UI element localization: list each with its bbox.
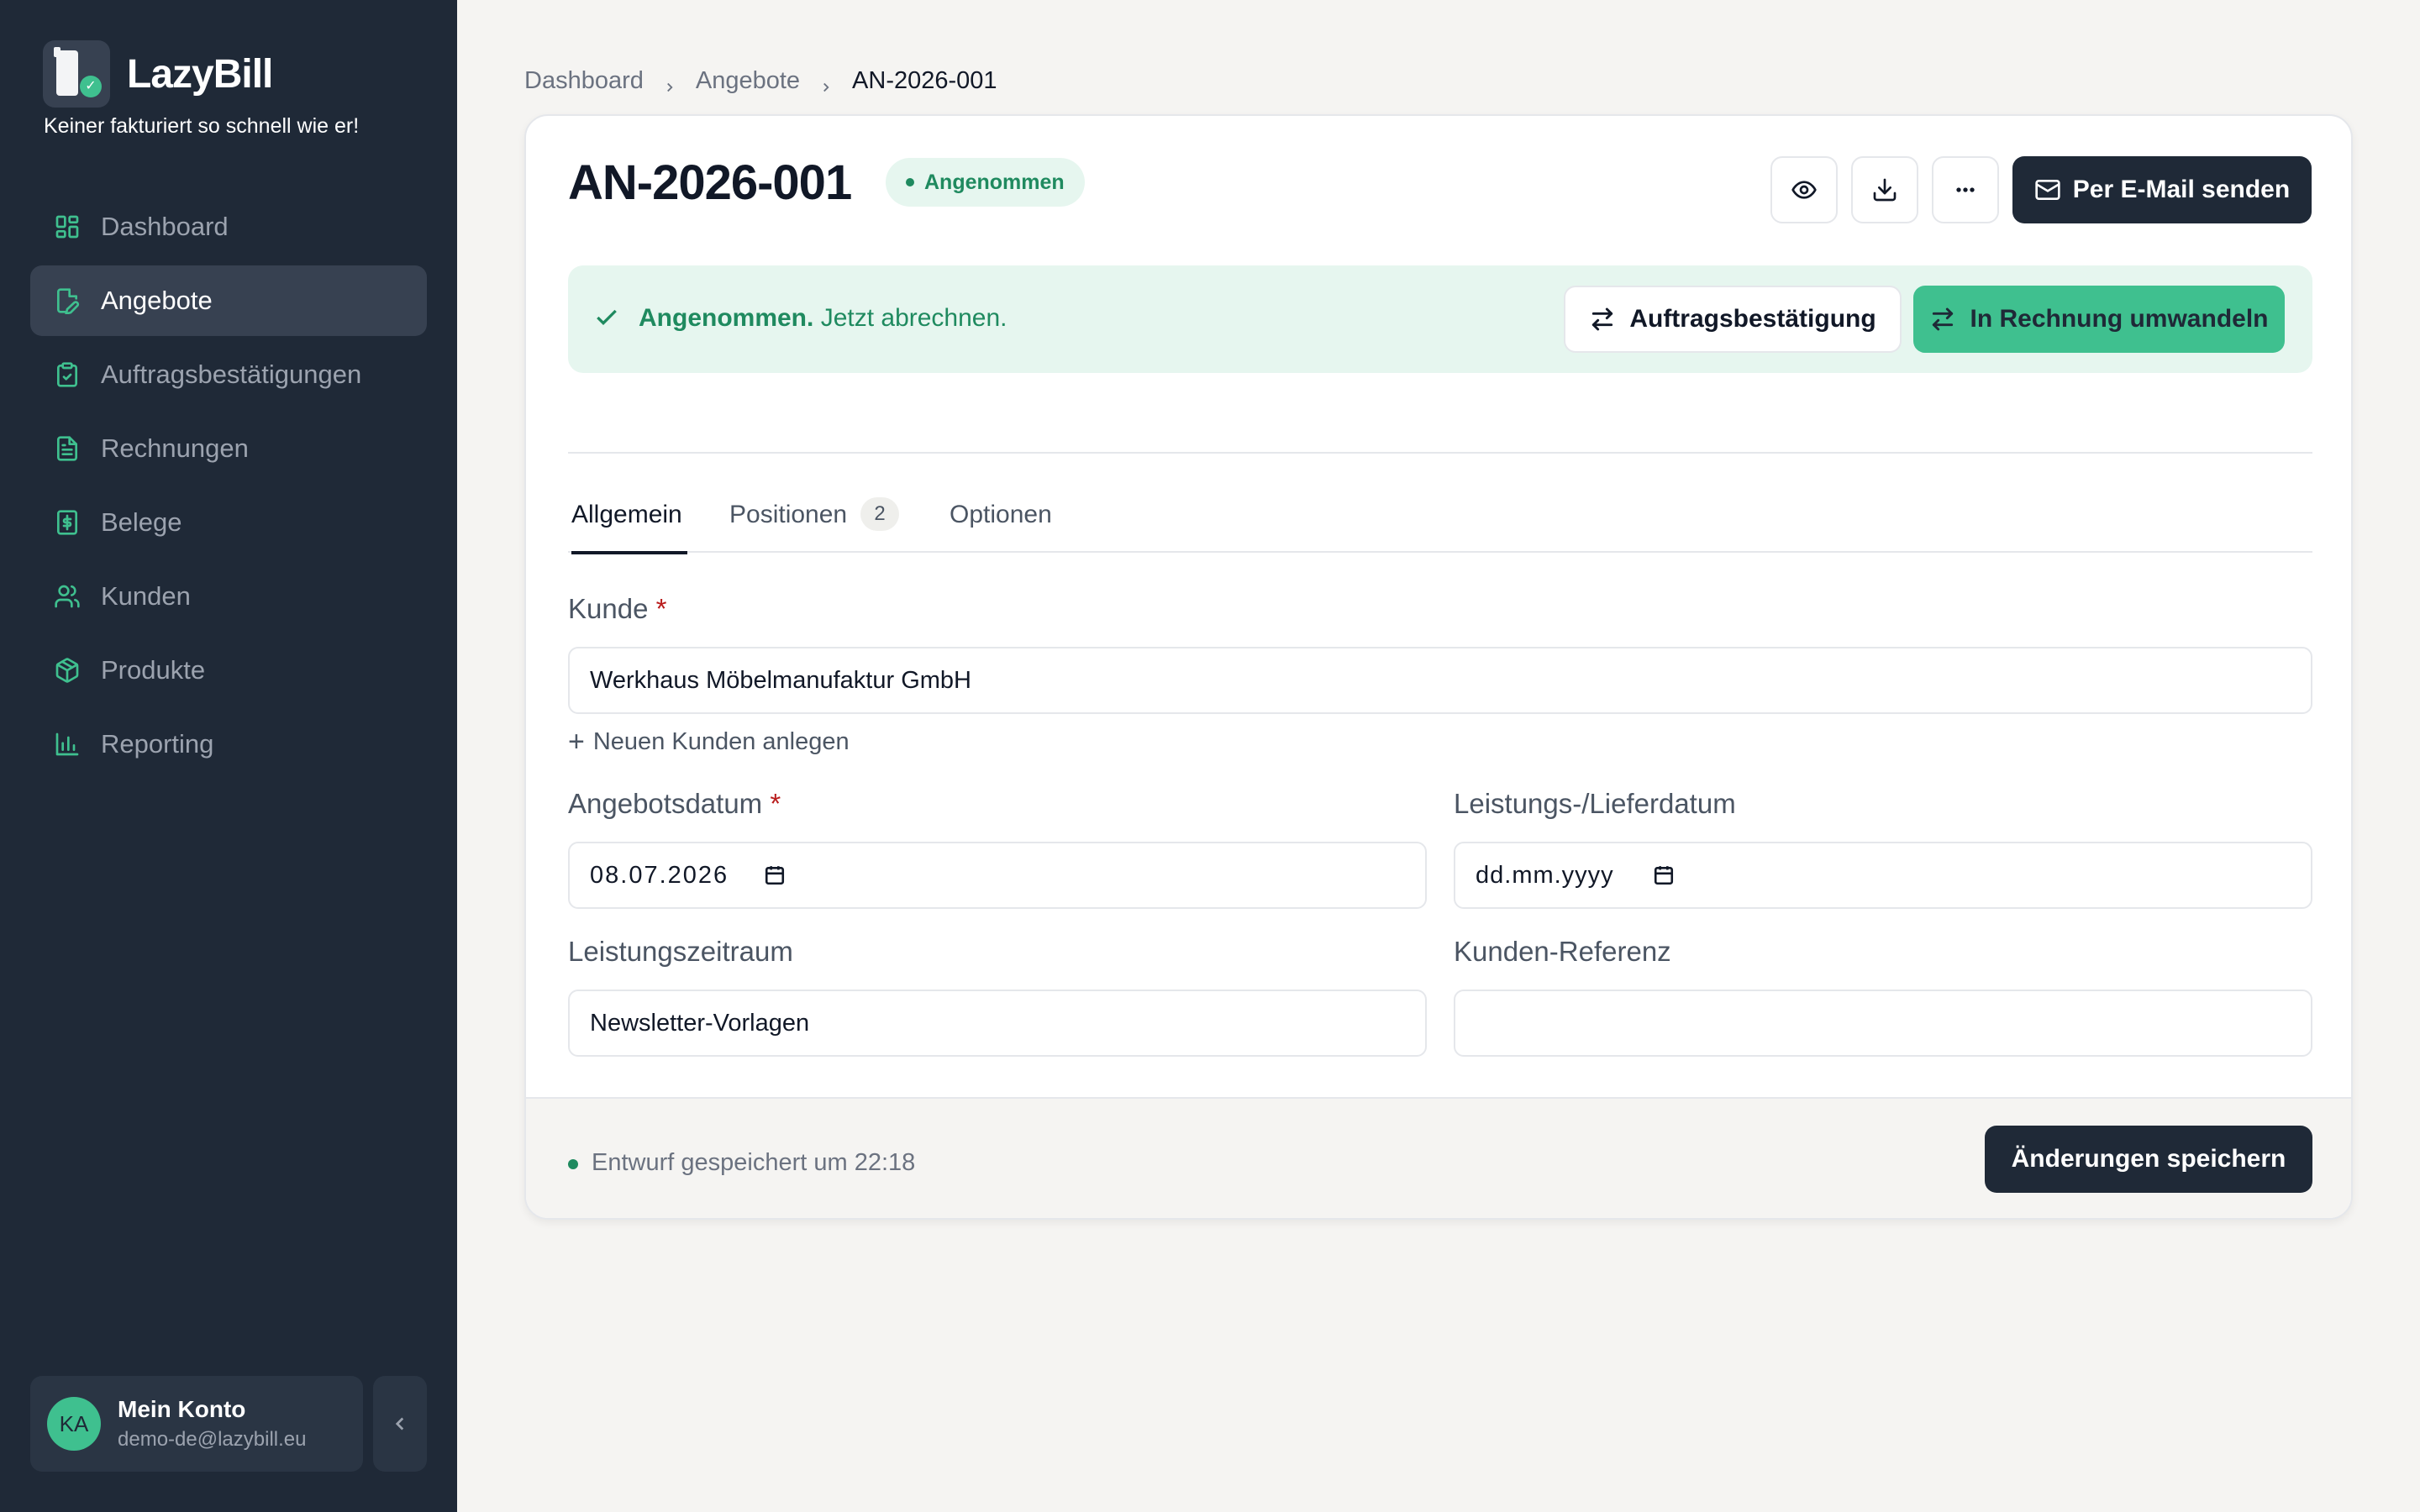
customer-value: Werkhaus Möbelmanufaktur GmbH <box>590 666 971 694</box>
status-dot <box>906 178 914 186</box>
saved-status-dot <box>568 1159 578 1169</box>
tab-label: Allgemein <box>571 501 682 528</box>
plus-icon: + <box>568 726 585 758</box>
accepted-banner: Angenommen. Jetzt abrechnen. Auftragsbes… <box>568 265 2312 373</box>
sidebar-item-label: Produkte <box>101 655 206 685</box>
sidebar-item-label: Kunden <box>101 581 191 611</box>
sidebar-item-label: Reporting <box>101 729 214 759</box>
users-icon <box>54 583 81 610</box>
sidebar-item-rechnungen[interactable]: Rechnungen <box>30 413 427 484</box>
sidebar-item-label: Rechnungen <box>101 433 249 463</box>
more-options-button[interactable] <box>1932 156 1999 223</box>
tab-optionen[interactable]: Optionen <box>950 494 1052 553</box>
tab-label: Positionen <box>729 501 848 528</box>
banner-text: Jetzt abrechnen. <box>820 304 1007 332</box>
arrows-left-right-icon <box>1592 307 1613 331</box>
send-email-button[interactable]: Per E-Mail senden <box>2012 156 2312 223</box>
convert-to-invoice-button[interactable]: In Rechnung umwandeln <box>1913 286 2285 353</box>
breadcrumb: Dashboard Angebote AN-2026-001 <box>524 67 997 95</box>
customer-select[interactable]: Werkhaus Möbelmanufaktur GmbH <box>568 647 2312 714</box>
add-customer-label: Neuen Kunden anlegen <box>592 727 850 755</box>
brand[interactable]: ✓ LazyBill <box>43 40 273 108</box>
order-confirmation-button[interactable]: Auftragsbestätigung <box>1564 286 1902 353</box>
period-input[interactable]: Newsletter-Vorlagen <box>568 990 1427 1057</box>
sidebar-item-label: Auftragsbestätigungen <box>101 360 362 389</box>
file-edit-icon <box>54 287 81 314</box>
convert-to-invoice-label: In Rechnung umwandeln <box>1970 305 2269 333</box>
avatar: KA <box>47 1397 101 1451</box>
sidebar-item-label: Belege <box>101 507 182 537</box>
delivery-date-label: Leistungs-/Lieferdatum <box>1454 788 1736 819</box>
sidebar-item-dashboard[interactable]: Dashboard <box>30 192 427 262</box>
account-menu[interactable]: KA Mein Konto demo-de@lazybill.eu <box>30 1376 363 1472</box>
reference-input[interactable] <box>1454 990 2312 1057</box>
clipboard-check-icon <box>54 361 81 388</box>
receipt-icon <box>54 509 81 536</box>
dashboard-icon <box>54 213 81 240</box>
bar-chart-icon <box>54 731 81 758</box>
period-label: Leistungszeitraum <box>568 936 793 967</box>
account-name: Mein Konto <box>118 1396 246 1422</box>
brand-name: LazyBill <box>127 51 273 97</box>
reference-label: Kunden-Referenz <box>1454 936 1671 967</box>
card-footer: Entwurf gespeichert um 22:18 Änderungen … <box>526 1097 2351 1218</box>
sidebar-item-produkte[interactable]: Produkte <box>30 635 427 706</box>
lazybill-logo-icon: ✓ <box>43 40 110 108</box>
sidebar-item-label: Dashboard <box>101 212 229 241</box>
delivery-date-placeholder: dd.mm.yyyy <box>1476 861 1614 889</box>
banner-bold: Angenommen. <box>639 304 814 332</box>
account-email: demo-de@lazybill.eu <box>118 1428 307 1451</box>
sidebar-nav: Dashboard Angebote Auftragsbestätigungen… <box>30 192 427 783</box>
calendar-icon[interactable] <box>1653 864 1675 886</box>
chevron-left-icon <box>395 1417 404 1431</box>
period-value: Newsletter-Vorlagen <box>590 1009 810 1037</box>
tab-bar: Allgemein Positionen 2 Optionen <box>568 494 2312 554</box>
sidebar-item-reporting[interactable]: Reporting <box>30 709 427 780</box>
sidebar-item-kunden[interactable]: Kunden <box>30 561 427 632</box>
download-icon <box>1873 178 1897 202</box>
more-horizontal-icon <box>1956 187 1975 192</box>
delivery-date-field[interactable]: dd.mm.yyyy <box>1454 842 2312 909</box>
banner-message: Angenommen. Jetzt abrechnen. <box>639 304 1007 333</box>
file-text-icon <box>54 435 81 462</box>
preview-button[interactable] <box>1770 156 1838 223</box>
download-button[interactable] <box>1851 156 1918 223</box>
breadcrumb-dashboard[interactable]: Dashboard <box>524 67 644 95</box>
sidebar-item-auftragsbestaetigungen[interactable]: Auftragsbestätigungen <box>30 339 427 410</box>
sidebar-item-label: Angebote <box>101 286 213 315</box>
mail-icon <box>2035 180 2060 200</box>
offer-date-value: 08.07.2026 <box>590 861 729 889</box>
check-icon <box>593 304 620 331</box>
sidebar-item-angebote[interactable]: Angebote <box>30 265 427 336</box>
chevron-right-icon <box>662 74 677 92</box>
breadcrumb-angebote[interactable]: Angebote <box>696 67 800 95</box>
offer-date-field[interactable]: 08.07.2026 <box>568 842 1427 909</box>
page-title: AN-2026-001 <box>568 155 852 210</box>
sidebar-item-belege[interactable]: Belege <box>30 487 427 558</box>
chevron-right-icon <box>818 74 834 92</box>
brand-tagline: Keiner fakturiert so schnell wie er! <box>44 114 360 138</box>
tab-allgemein[interactable]: Allgemein <box>571 494 687 554</box>
offer-card: AN-2026-001 Angenommen Per E-Mail senden… <box>524 114 2353 1220</box>
offer-date-label: Angebotsdatum * <box>568 788 781 819</box>
arrows-left-right-icon <box>1933 307 1954 331</box>
status-label: Angenommen <box>924 170 1065 194</box>
package-icon <box>54 657 81 684</box>
save-changes-button[interactable]: Änderungen speichern <box>1985 1126 2312 1193</box>
tab-label: Optionen <box>950 501 1052 528</box>
calendar-icon[interactable] <box>764 864 786 886</box>
send-email-label: Per E-Mail senden <box>2072 176 2291 203</box>
add-customer-link[interactable]: + Neuen Kunden anlegen <box>568 727 850 756</box>
divider <box>568 452 2312 454</box>
eye-icon <box>1791 181 1817 199</box>
customer-label: Kunde * <box>568 593 667 624</box>
tab-positionen[interactable]: Positionen 2 <box>729 494 900 553</box>
order-confirmation-label: Auftragsbestätigung <box>1629 305 1876 333</box>
positions-count-badge: 2 <box>860 497 900 531</box>
breadcrumb-current: AN-2026-001 <box>852 67 997 94</box>
draft-saved-status: Entwurf gespeichert um 22:18 <box>592 1149 916 1176</box>
collapse-sidebar-button[interactable] <box>373 1376 427 1472</box>
status-badge: Angenommen <box>886 158 1085 207</box>
sidebar: ✓ LazyBill Keiner fakturiert so schnell … <box>0 0 457 1512</box>
